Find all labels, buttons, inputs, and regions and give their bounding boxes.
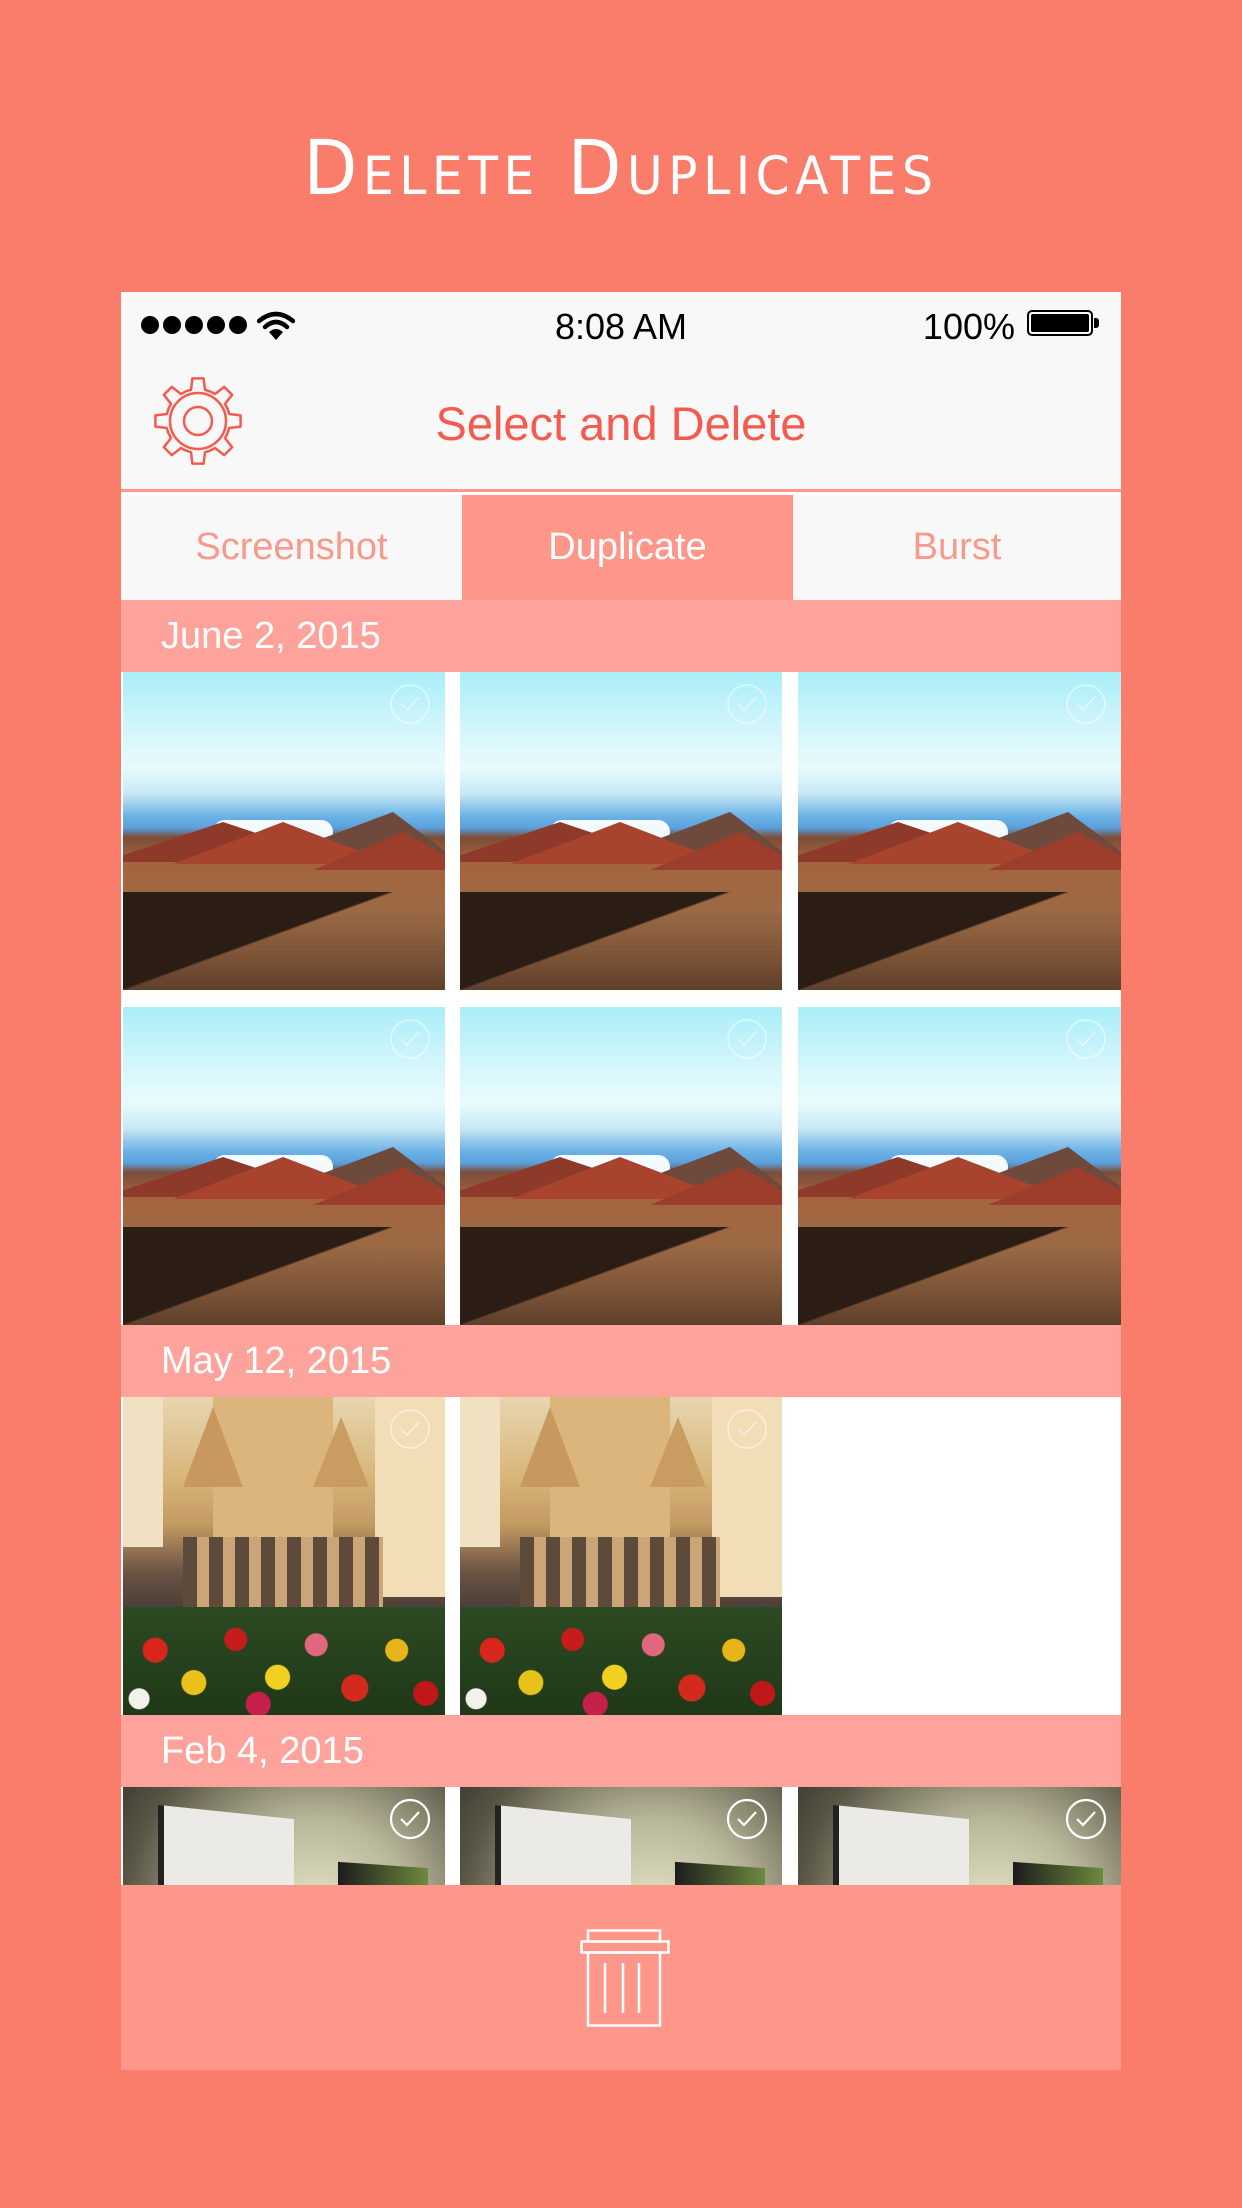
check-circle-icon[interactable] xyxy=(1065,1018,1107,1060)
battery-full-icon xyxy=(1027,310,1093,336)
photo-row xyxy=(121,1787,1121,1885)
photo-row xyxy=(121,1007,1121,1325)
photo-thumbnail[interactable] xyxy=(798,1007,1121,1325)
photo-thumbnail[interactable] xyxy=(460,1787,782,1885)
photo-thumbnail[interactable] xyxy=(123,1007,445,1325)
photo-thumbnail[interactable] xyxy=(798,1787,1121,1885)
nav-bar: Select and Delete xyxy=(121,352,1121,492)
check-circle-icon[interactable] xyxy=(726,1798,768,1840)
section-date-header: May 12, 2015 xyxy=(121,1325,1121,1397)
battery-nub xyxy=(1094,318,1099,328)
battery-percent: 100% xyxy=(922,306,1015,347)
tab-screenshot[interactable]: Screenshot xyxy=(121,495,462,600)
photo-thumbnail[interactable] xyxy=(123,1787,445,1885)
photo-thumbnail[interactable] xyxy=(460,1397,782,1715)
section-date-header: Feb 4, 2015 xyxy=(121,1715,1121,1787)
bottom-toolbar xyxy=(121,1885,1121,2070)
check-circle-icon[interactable] xyxy=(389,1408,431,1450)
segmented-tabs: Screenshot Duplicate Burst xyxy=(121,495,1121,600)
photo-row xyxy=(121,672,1121,990)
promo-title: Delete Duplicates xyxy=(303,123,939,212)
trash-icon[interactable] xyxy=(580,1929,670,2027)
photo-list[interactable]: June 2, 2015 May 12, 2015 Feb 4, 2015 xyxy=(121,600,1121,1885)
tab-duplicate[interactable]: Duplicate xyxy=(462,495,793,600)
photo-thumbnail[interactable] xyxy=(798,672,1121,990)
check-circle-icon[interactable] xyxy=(726,1018,768,1060)
check-circle-icon[interactable] xyxy=(1065,683,1107,725)
check-circle-icon[interactable] xyxy=(726,683,768,725)
photo-thumbnail[interactable] xyxy=(460,1007,782,1325)
photo-thumbnail[interactable] xyxy=(123,672,445,990)
page-title: Select and Delete xyxy=(435,397,807,450)
check-circle-icon[interactable] xyxy=(389,683,431,725)
status-bar: 8:08 AM 100% xyxy=(121,292,1121,352)
section-date-header: June 2, 2015 xyxy=(121,600,1121,672)
photo-thumbnail[interactable] xyxy=(123,1397,445,1715)
check-circle-icon[interactable] xyxy=(389,1798,431,1840)
photo-thumbnail[interactable] xyxy=(460,672,782,990)
check-circle-icon[interactable] xyxy=(1065,1798,1107,1840)
tab-burst[interactable]: Burst xyxy=(793,495,1121,600)
check-circle-icon[interactable] xyxy=(726,1408,768,1450)
phone-screen: 8:08 AM 100% Select and Delete Screensho… xyxy=(121,292,1121,2070)
photo-row xyxy=(121,1397,1121,1715)
check-circle-icon[interactable] xyxy=(389,1018,431,1060)
empty-cell xyxy=(798,1397,1121,1715)
